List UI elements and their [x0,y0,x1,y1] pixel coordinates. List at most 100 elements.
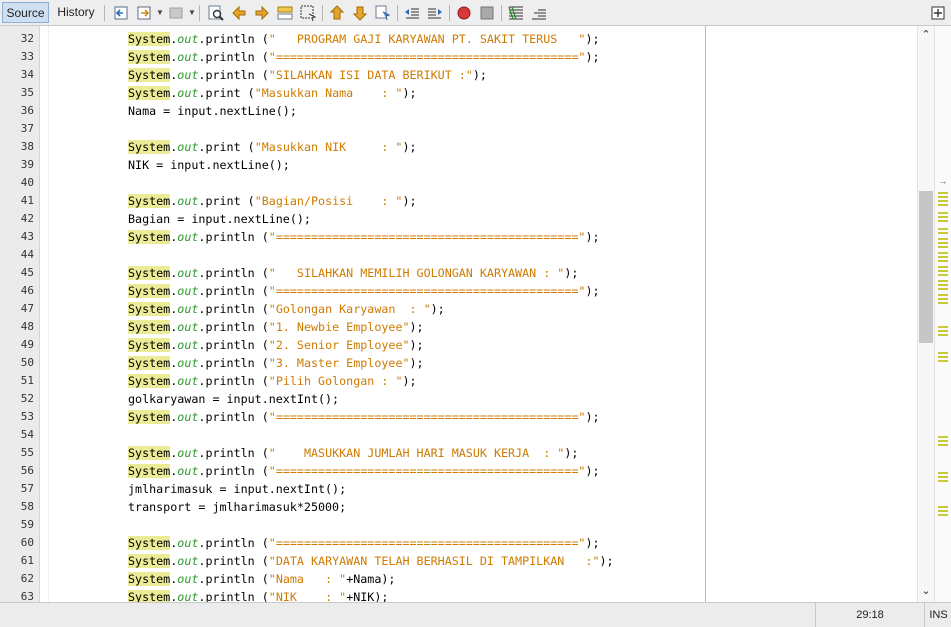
occurrence-marker[interactable] [938,204,948,206]
toggle-rectangular-selection-icon[interactable] [299,4,317,22]
occurrence-marker[interactable] [938,270,948,272]
occurrence-marker[interactable] [938,246,948,248]
code-line[interactable]: System.out.println ("===================… [128,462,600,480]
code-line[interactable]: System.out.println ("2. Senior Employee"… [128,336,424,354]
toggle-highlight-icon[interactable] [276,4,294,22]
find-previous-icon[interactable] [230,4,248,22]
occurrence-marker[interactable] [938,302,948,304]
occurrence-marker[interactable] [938,514,948,516]
scroll-up-icon[interactable]: ⌃ [918,28,934,42]
occurrence-marker[interactable] [938,298,948,300]
occurrence-marker[interactable] [938,252,948,254]
code-line[interactable]: System.out.print ("Bagian/Posisi : "); [128,192,417,210]
code-line[interactable]: System.out.println ("Pilih Golongan : ")… [128,372,417,390]
code-line[interactable]: transport = jmlharimasuk*25000; [128,498,346,516]
error-stripe[interactable]: → [934,26,951,602]
code-line[interactable]: golkaryawan = input.nextInt(); [128,390,339,408]
occurrence-marker[interactable] [938,472,948,474]
find-selection-icon[interactable] [207,4,225,22]
code-line[interactable]: System.out.println ("3. Master Employee"… [128,354,424,372]
occurrence-marker[interactable] [938,266,948,268]
occurrence-marker[interactable] [938,444,948,446]
code-line[interactable]: Nama = input.nextLine(); [128,102,297,120]
code-area[interactable]: System.out.println (" PROGRAM GAJI KARYA… [49,26,917,602]
occurrence-marker[interactable] [938,334,948,336]
code-line[interactable]: System.out.println ("===================… [128,534,600,552]
toggle-bookmark-icon[interactable] [374,4,392,22]
occurrence-marker[interactable] [938,510,948,512]
code-line[interactable]: System.out.println ("SILAHKAN ISI DATA B… [128,66,487,84]
previous-bookmark-icon[interactable] [328,4,346,22]
code-line[interactable]: System.out.println ("===================… [128,228,600,246]
tab-history[interactable]: History [52,2,100,23]
code-line[interactable]: System.out.print ("Masukkan NIK : "); [128,138,417,156]
code-line[interactable]: jmlharimasuk = input.nextInt(); [128,480,346,498]
occurrence-marker[interactable] [938,274,948,276]
find-next-icon[interactable] [253,4,271,22]
comment-icon[interactable] [507,4,525,22]
code-line[interactable]: System.out.println ("1. Newbie Employee"… [128,318,424,336]
occurrence-marker[interactable] [938,294,948,296]
occurrence-marker[interactable] [938,238,948,240]
tab-source[interactable]: Source [2,2,49,23]
occurrence-marker[interactable] [938,326,948,328]
occurrence-marker[interactable] [938,330,948,332]
occurrence-marker[interactable] [938,232,948,234]
code-line[interactable]: System.out.println (" MASUKKAN JUMLAH HA… [128,444,578,462]
occurrence-marker[interactable] [938,352,948,354]
occurrence-marker[interactable] [938,228,948,230]
code-line[interactable]: System.out.println ("NIK : "+NIK); [128,588,388,602]
stop-macro-icon[interactable] [478,4,496,22]
highlighted-token: System [128,284,171,298]
occurrence-marker[interactable] [938,440,948,442]
next-bookmark-icon[interactable] [351,4,369,22]
occurrence-marker[interactable] [938,242,948,244]
occurrence-marker[interactable] [938,220,948,222]
code-line[interactable]: System.out.println ("===================… [128,282,600,300]
string-literal: "NIK : " [268,590,347,602]
occurrence-marker[interactable] [938,356,948,358]
occurrence-marker[interactable] [938,480,948,482]
shift-left-icon[interactable] [403,4,421,22]
history-dropdown-icon[interactable] [135,4,153,22]
code-token: ); [585,50,600,64]
code-line[interactable]: System.out.println (" SILAHKAN MEMILIH G… [128,264,578,282]
occurrence-marker[interactable] [938,200,948,202]
scroll-down-icon[interactable]: ⌄ [918,584,934,598]
scrollbar-thumb[interactable] [919,191,933,343]
occurrence-marker[interactable] [938,284,948,286]
occurrence-marker[interactable] [938,288,948,290]
code-line[interactable]: System.out.println (" PROGRAM GAJI KARYA… [128,30,600,48]
start-macro-icon[interactable] [455,4,473,22]
code-line[interactable]: System.out.println ("===================… [128,408,600,426]
occurrence-marker[interactable] [938,216,948,218]
toolbar-separator [501,5,502,21]
occurrence-marker[interactable] [938,192,948,194]
chevron-down-icon[interactable]: ▼ [188,4,196,22]
occurrence-marker[interactable] [938,212,948,214]
code-line[interactable]: System.out.print ("Masukkan Nama : "); [128,84,417,102]
occurrence-marker[interactable] [938,256,948,258]
occurrence-marker[interactable] [938,196,948,198]
occurrence-marker[interactable] [938,360,948,362]
occurrence-marker[interactable] [938,436,948,438]
back-icon[interactable] [112,4,130,22]
maximize-window-icon[interactable] [929,4,947,22]
code-line[interactable]: System.out.println ("===================… [128,48,600,66]
code-token: ); [402,140,417,154]
vertical-scrollbar[interactable]: ⌃ ⌄ [917,26,934,602]
occurrence-marker[interactable] [938,506,948,508]
shift-right-icon[interactable] [426,4,444,22]
uncomment-icon[interactable] [530,4,548,22]
occurrence-marker[interactable] [938,476,948,478]
forward-icon[interactable] [167,4,185,22]
code-line[interactable]: System.out.println ("DATA KARYAWAN TELAH… [128,552,614,570]
code-line[interactable]: NIK = input.nextLine(); [128,156,290,174]
occurrence-marker[interactable] [938,260,948,262]
code-editor[interactable]: 32 33 34 35 36 37 38 39 40 41 42 43 44 45 46 47 48 49 50 51… [0,26,951,602]
occurrence-marker[interactable] [938,280,948,282]
code-line[interactable]: System.out.println ("Golongan Karyawan :… [128,300,445,318]
code-line[interactable]: System.out.println ("Nama : "+Nama); [128,570,395,588]
chevron-down-icon[interactable]: ▼ [156,4,164,22]
code-line[interactable]: Bagian = input.nextLine(); [128,210,311,228]
